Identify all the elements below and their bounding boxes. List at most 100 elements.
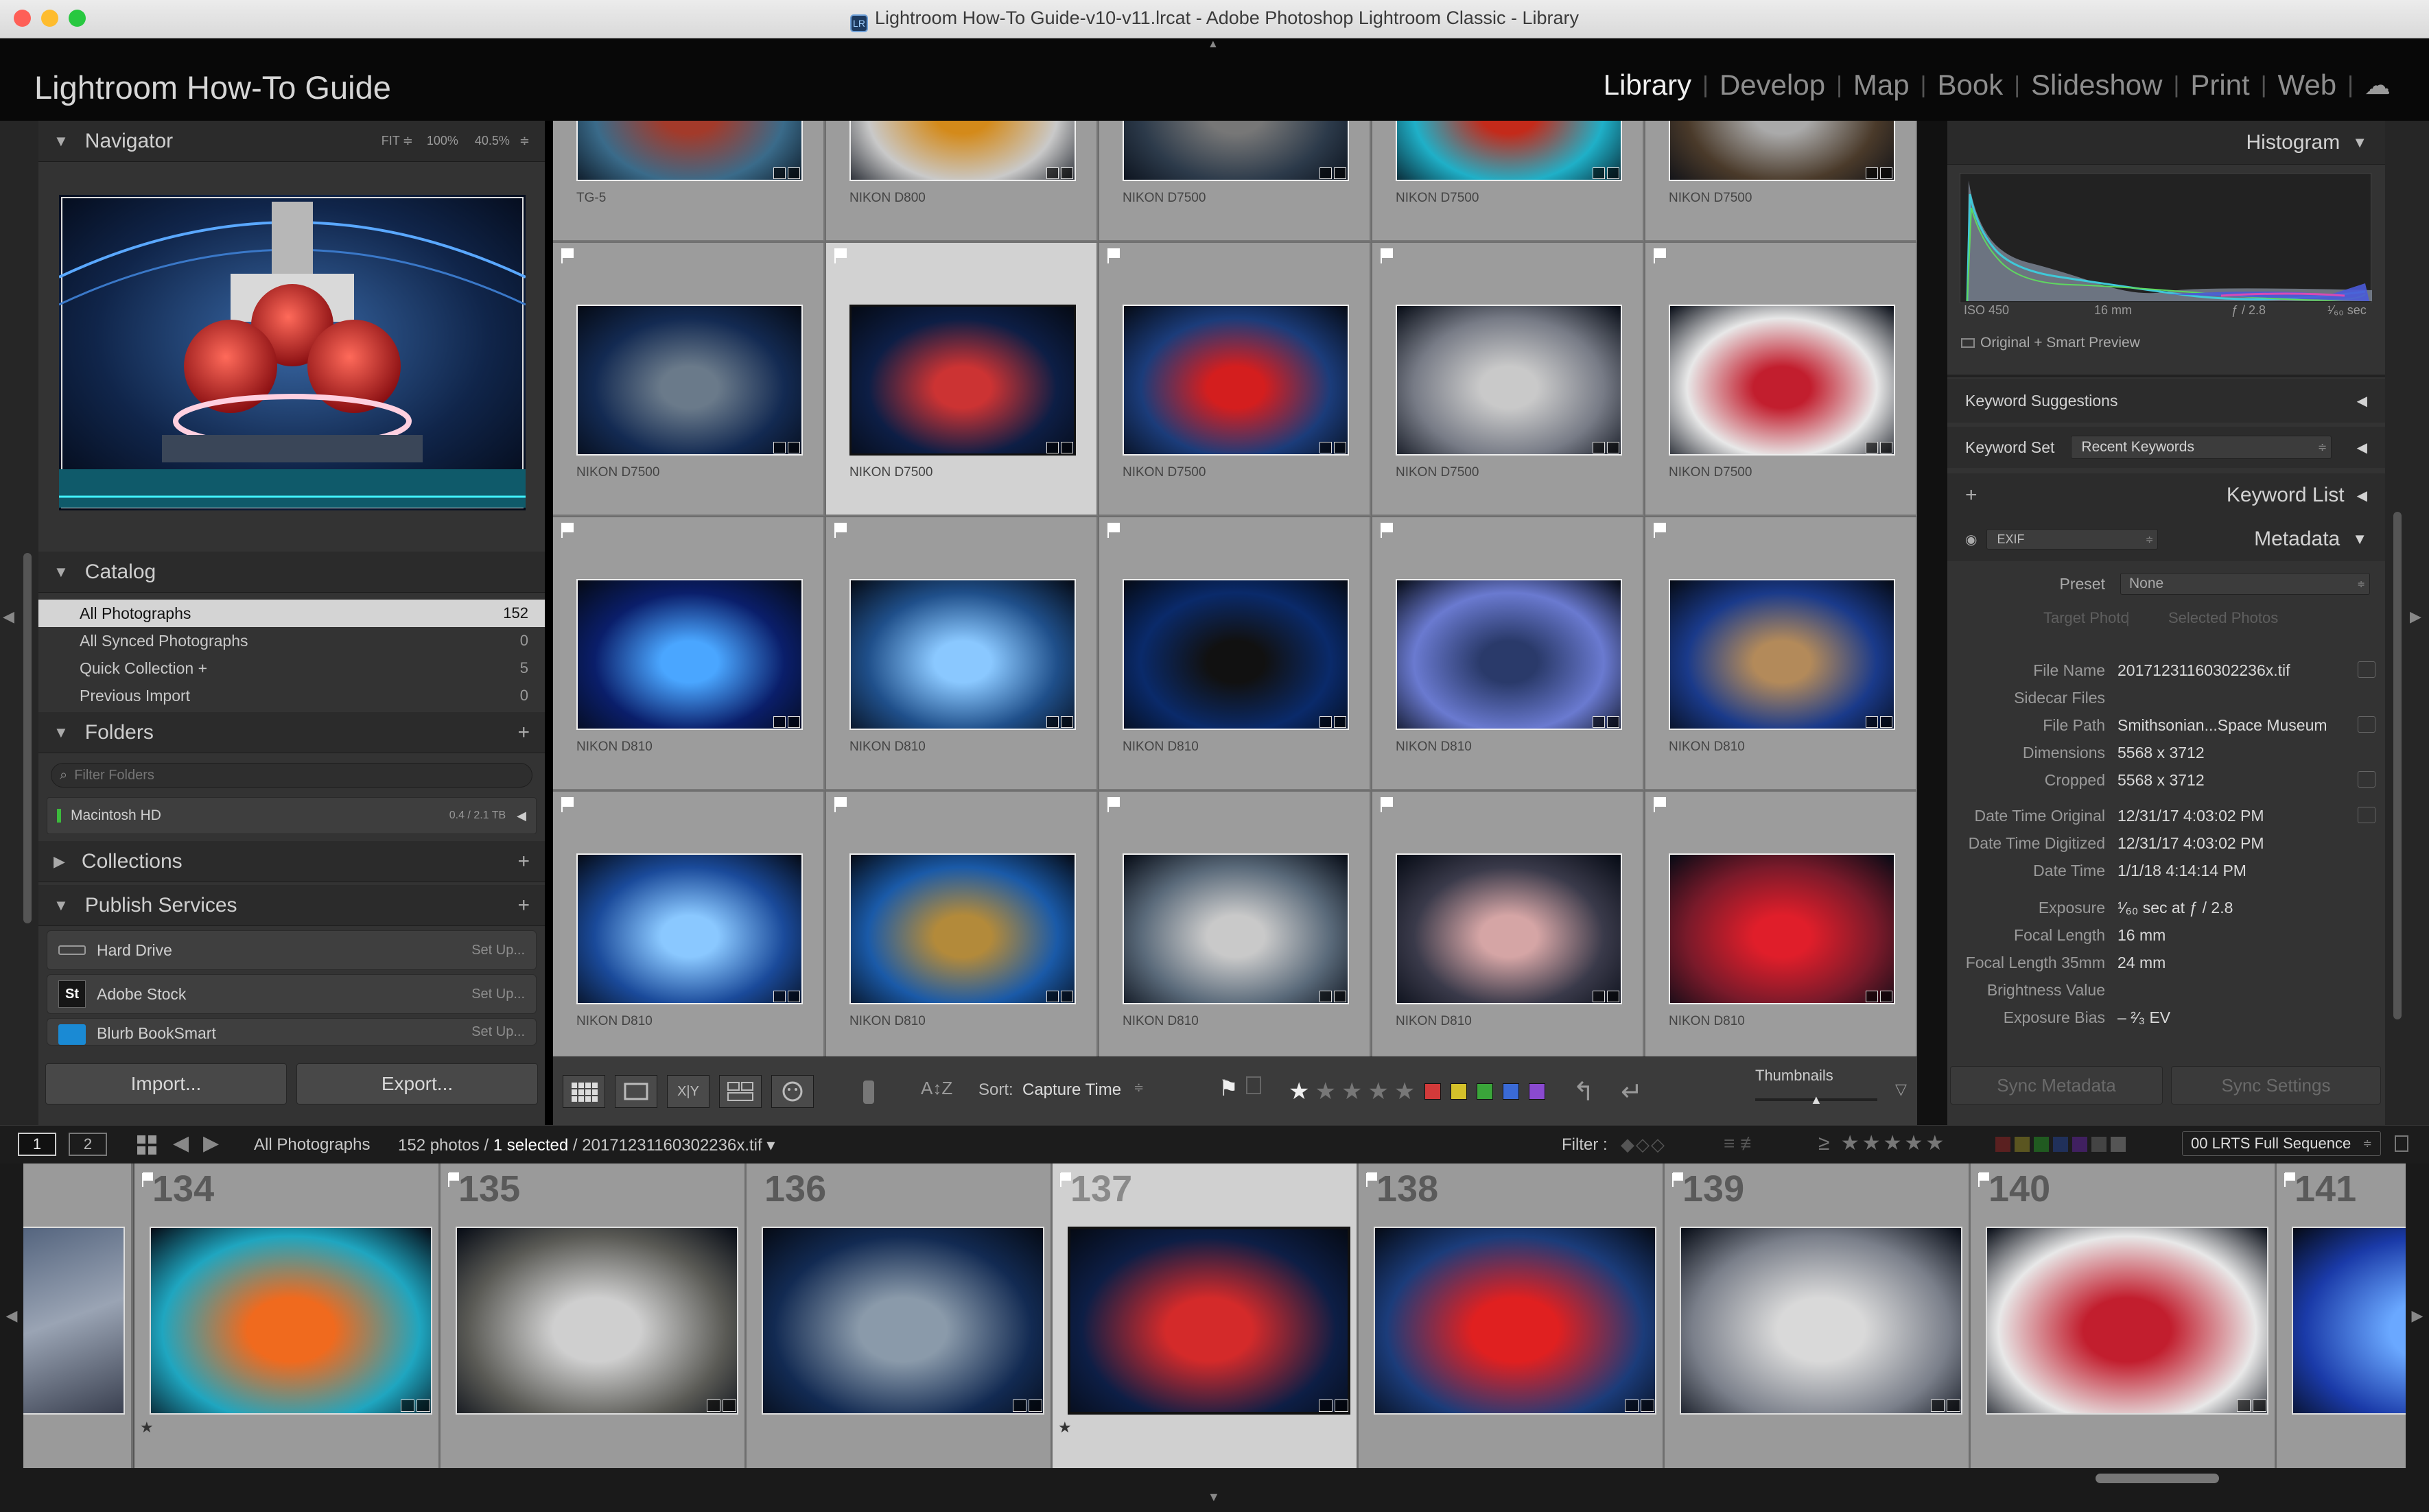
photo-thumbnail[interactable]	[1123, 579, 1349, 730]
grid-cell[interactable]: NIKON D810	[1099, 792, 1371, 1056]
photo-thumbnail[interactable]	[849, 121, 1076, 181]
filter-preset-select[interactable]: 00 LRTS Full Sequence ≑	[2182, 1131, 2381, 1156]
library-grid[interactable]: TG-5 NIKON D800 NIKON D7500 NIKON D7500 NIKO…	[553, 121, 1917, 1056]
selected-photos-toggle[interactable]: Selected Photos	[2168, 609, 2278, 627]
photo-thumbnail[interactable]	[1396, 579, 1622, 730]
grid-cell[interactable]: NIKON D810	[1099, 517, 1371, 790]
catalog-item-all-synced[interactable]: All Synced Photographs 0	[38, 627, 545, 654]
sync-settings-button[interactable]: Sync Settings	[2171, 1066, 2381, 1105]
flag-icon[interactable]	[1652, 521, 1667, 539]
photo-thumbnail[interactable]	[456, 1227, 738, 1415]
flag-icon[interactable]	[560, 247, 575, 265]
grid-cell[interactable]: NIKON D810	[553, 792, 825, 1056]
photo-thumbnail[interactable]	[1669, 579, 1895, 730]
photo-thumbnail[interactable]	[150, 1227, 432, 1415]
flag-icon[interactable]	[1652, 247, 1667, 265]
secondary-window-button[interactable]: 2	[69, 1133, 107, 1156]
add-keyword-icon[interactable]: +	[1965, 484, 1978, 507]
grid-cell[interactable]: NIKON D7500	[553, 243, 825, 516]
survey-view-button[interactable]	[719, 1075, 762, 1108]
main-window-button[interactable]: 1	[18, 1133, 56, 1156]
module-print[interactable]: Print	[2190, 69, 2249, 102]
grid-cell[interactable]: NIKON D810	[826, 792, 1098, 1056]
photo-thumbnail[interactable]	[1669, 853, 1895, 1004]
toolbar-menu-icon[interactable]: ▽	[1895, 1080, 1907, 1098]
color-label-4[interactable]	[1529, 1083, 1545, 1100]
photo-thumbnail[interactable]	[849, 305, 1076, 456]
sync-metadata-button[interactable]: Sync Metadata	[1950, 1066, 2163, 1105]
rotate-right-icon[interactable]: ↵	[1621, 1076, 1643, 1107]
folder-filter-input[interactable]	[74, 767, 459, 783]
grid-cell[interactable]: NIKON D7500	[1372, 243, 1644, 516]
keyword-suggestions-header[interactable]: Keyword Suggestions ◀	[1947, 379, 2385, 423]
zoom-percent[interactable]: 40.5%	[475, 134, 510, 148]
filmstrip-cell[interactable]: 141	[2277, 1163, 2406, 1468]
grid-view-button[interactable]	[563, 1075, 605, 1108]
flag-icon[interactable]	[1106, 521, 1121, 539]
publish-services-header[interactable]: ▼ Publish Services +	[38, 885, 545, 926]
flag-icon[interactable]	[833, 247, 848, 265]
grid-cell[interactable]: NIKON D7500	[1645, 121, 1917, 241]
metadata-action-icon[interactable]	[2358, 807, 2375, 823]
volume-macintosh-hd[interactable]: Macintosh HD 0.4 / 2.1 TB ◀	[47, 797, 537, 834]
module-library[interactable]: Library	[1604, 69, 1691, 102]
add-collection-icon[interactable]: +	[517, 850, 530, 873]
people-view-button[interactable]	[771, 1075, 814, 1108]
filter-color-labels[interactable]	[1995, 1137, 2126, 1152]
publish-adobe-stock[interactable]: St Adobe Stock Set Up...	[47, 974, 537, 1014]
photo-thumbnail[interactable]	[23, 1227, 125, 1415]
sort-direction-icon[interactable]: A↕Z	[921, 1078, 952, 1099]
folder-filter-field[interactable]: ⌕	[51, 763, 532, 788]
painter-icon[interactable]	[855, 1076, 882, 1108]
flag-icon[interactable]	[560, 521, 575, 539]
filmstrip[interactable]: 134 ★ 135 136 137 ★ 138 139 140 141	[23, 1163, 2406, 1468]
back-arrow-icon[interactable]: ◀	[173, 1131, 189, 1155]
filmstrip-cell[interactable]: 135	[441, 1163, 747, 1468]
flag-icon[interactable]	[833, 521, 848, 539]
filmstrip-left-arrow-icon[interactable]: ◀	[6, 1307, 18, 1325]
export-button[interactable]: Export...	[296, 1063, 538, 1105]
grid-cell[interactable]: NIKON D810	[1645, 792, 1917, 1056]
filmstrip-cell[interactable]: 139	[1665, 1163, 1971, 1468]
flag-icon[interactable]	[833, 796, 848, 814]
rating-stars[interactable]: ★★★★★	[1289, 1078, 1420, 1105]
filter-flags[interactable]: ◆◇◇	[1621, 1134, 1666, 1155]
collections-header[interactable]: ▶ Collections +	[38, 841, 545, 882]
photo-thumbnail[interactable]	[576, 121, 803, 181]
filter-edit-state[interactable]: ≡ ≢	[1724, 1133, 1759, 1155]
import-button[interactable]: Import...	[45, 1063, 287, 1105]
photo-thumbnail[interactable]	[1669, 121, 1895, 181]
grid-cell[interactable]: NIKON D800	[826, 121, 1098, 241]
add-folder-icon[interactable]: +	[517, 721, 530, 744]
keyword-set-select[interactable]: Recent Keywords ≑	[2071, 436, 2332, 459]
catalog-header[interactable]: ▼ Catalog	[38, 552, 545, 593]
module-web[interactable]: Web	[2278, 69, 2337, 102]
grid-cell[interactable]: NIKON D810	[1645, 517, 1917, 790]
bottom-panel-collapse-icon[interactable]: ▼	[1208, 1490, 1220, 1504]
photo-thumbnail[interactable]	[849, 853, 1076, 1004]
grid-cell[interactable]: NIKON D810	[1372, 517, 1644, 790]
grid-view-icon[interactable]	[136, 1134, 158, 1161]
volume-disclosure-icon[interactable]: ◀	[517, 809, 526, 823]
grid-cell[interactable]: NIKON D7500	[1372, 121, 1644, 241]
target-photo-toggle[interactable]: Target Photo	[2043, 609, 2129, 627]
color-label-1[interactable]	[1451, 1083, 1467, 1100]
filmstrip-cell[interactable]: 137 ★	[1053, 1163, 1359, 1468]
metadata-view-select[interactable]: EXIF ≑	[1986, 529, 2159, 550]
loupe-view-button[interactable]	[615, 1075, 657, 1108]
rotate-left-icon[interactable]: ↰	[1573, 1076, 1595, 1107]
left-panel-scrollbar[interactable]	[23, 553, 32, 923]
photo-thumbnail[interactable]	[1068, 1227, 1350, 1415]
eye-icon[interactable]: ◉	[1965, 531, 1977, 548]
photo-thumbnail[interactable]	[1396, 121, 1622, 181]
photo-thumbnail[interactable]	[1123, 305, 1349, 456]
color-label-3[interactable]	[1503, 1083, 1519, 1100]
catalog-item-previous-import[interactable]: Previous Import 0	[38, 682, 545, 709]
publish-blurb[interactable]: Blurb BookSmart Set Up...	[47, 1018, 537, 1046]
compare-view-button[interactable]: X|Y	[667, 1075, 709, 1108]
filter-lock-icon[interactable]	[2395, 1135, 2408, 1152]
photo-thumbnail[interactable]	[2292, 1227, 2406, 1415]
sort-dropdown-icon[interactable]: ≑	[1134, 1080, 1144, 1095]
cloud-icon[interactable]: ☁	[2365, 70, 2391, 101]
photo-thumbnail[interactable]	[576, 305, 803, 456]
